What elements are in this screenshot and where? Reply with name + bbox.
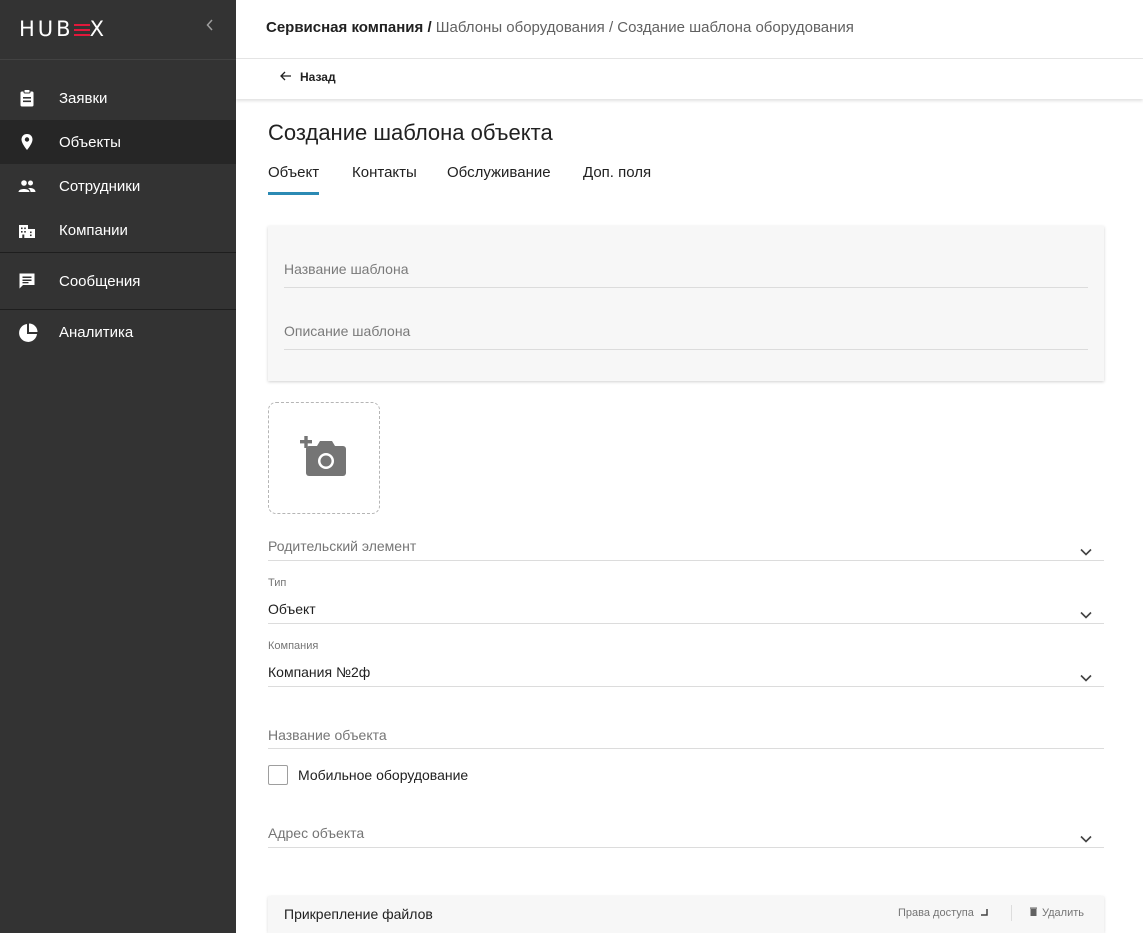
sidebar-item-objects[interactable]: Объекты bbox=[0, 120, 236, 164]
file-attachment-panel: Прикрепление файлов Права доступа Удалит… bbox=[268, 896, 1104, 933]
arrow-left-icon bbox=[280, 70, 292, 84]
sidebar-item-label: Аналитика bbox=[59, 323, 134, 341]
template-name-field bbox=[284, 258, 1088, 288]
address-placeholder: Адрес объекта bbox=[268, 825, 365, 841]
sidebar-item-label: Заявки bbox=[59, 89, 108, 107]
sidebar-item-companies[interactable]: Компании bbox=[0, 208, 236, 252]
object-name-field[interactable]: Название объекта bbox=[268, 719, 1104, 749]
buildings-icon bbox=[18, 221, 36, 239]
divider bbox=[1011, 905, 1012, 921]
sidebar-item-label: Компании bbox=[59, 221, 128, 239]
delete-button[interactable]: Удалить bbox=[1030, 907, 1084, 919]
back-button[interactable]: Назад bbox=[280, 70, 336, 84]
top-header: Сервисная компания / Шаблоны оборудовани… bbox=[236, 0, 1143, 59]
tab-maintenance[interactable]: Обслуживание bbox=[447, 164, 551, 195]
add-photo-button[interactable] bbox=[268, 402, 380, 514]
breadcrumb: Сервисная компания / Шаблоны оборудовани… bbox=[266, 19, 854, 36]
mobile-equipment-label: Мобильное оборудование bbox=[298, 767, 469, 783]
location-pin-icon bbox=[18, 133, 36, 151]
company-label: Компания bbox=[268, 640, 319, 652]
sidebar: HUB X Заявки Объекты Сотрудники Компании … bbox=[0, 0, 236, 933]
sidebar-item-label: Объекты bbox=[59, 133, 121, 151]
add-photo-icon bbox=[300, 436, 348, 483]
sidebar-item-requests[interactable]: Заявки bbox=[0, 76, 236, 120]
address-select[interactable]: Адрес объекта bbox=[268, 817, 1104, 848]
chat-icon bbox=[18, 272, 36, 290]
type-select[interactable]: Тип Объект bbox=[268, 575, 1104, 624]
sidebar-item-label: Сообщения bbox=[59, 272, 141, 290]
delete-label: Удалить bbox=[1042, 907, 1084, 919]
mobile-equipment-checkbox[interactable] bbox=[268, 765, 288, 785]
template-description-input[interactable] bbox=[284, 320, 1088, 339]
type-label: Тип bbox=[268, 577, 287, 589]
collapse-sidebar-icon[interactable] bbox=[206, 18, 218, 34]
logo-e-mark bbox=[73, 23, 90, 37]
sidebar-item-label: Сотрудники bbox=[59, 177, 141, 195]
sidebar-item-messages[interactable]: Сообщения bbox=[0, 259, 236, 303]
clipboard-icon bbox=[18, 89, 36, 107]
company-value: Компания №2ф bbox=[268, 664, 371, 680]
breadcrumb-item: Создание шаблона оборудования bbox=[617, 19, 854, 36]
company-select[interactable]: Компания Компания №2ф bbox=[268, 638, 1104, 687]
action-bar: Назад bbox=[236, 59, 1143, 99]
sidebar-item-analytics[interactable]: Аналитика bbox=[0, 310, 236, 354]
sidebar-item-employees[interactable]: Сотрудники bbox=[0, 164, 236, 208]
tab-extra-fields[interactable]: Доп. поля bbox=[583, 164, 651, 195]
breadcrumb-item[interactable]: Шаблоны оборудования bbox=[436, 19, 605, 36]
breadcrumb-item[interactable]: Сервисная компания bbox=[266, 19, 423, 36]
chevron-down-icon bbox=[1080, 669, 1092, 682]
breadcrumb-separator: / bbox=[427, 19, 436, 36]
access-rights-label: Права доступа bbox=[898, 907, 974, 919]
attachments-title: Прикрепление файлов bbox=[284, 906, 433, 922]
people-icon bbox=[18, 177, 36, 195]
parent-element-placeholder: Родительский элемент bbox=[268, 538, 417, 554]
page-title: Создание шаблона объекта bbox=[268, 120, 553, 145]
mobile-equipment-option[interactable]: Мобильное оборудование bbox=[268, 765, 468, 785]
parent-element-select[interactable]: Родительский элемент bbox=[268, 530, 1104, 561]
hubex-logo[interactable]: HUB X bbox=[19, 17, 107, 41]
sidebar-divider bbox=[0, 252, 236, 253]
back-label: Назад bbox=[300, 70, 336, 84]
sidebar-divider bbox=[0, 59, 236, 60]
template-description-field bbox=[284, 320, 1088, 350]
type-value: Объект bbox=[268, 601, 316, 617]
template-info-card bbox=[268, 226, 1104, 381]
access-rights-button[interactable]: Права доступа bbox=[898, 907, 988, 919]
tab-object[interactable]: Объект bbox=[268, 164, 320, 195]
object-name-placeholder: Название объекта bbox=[268, 727, 387, 743]
template-name-input[interactable] bbox=[284, 258, 1088, 277]
chevron-down-icon bbox=[1080, 606, 1092, 619]
corner-arrow-icon bbox=[980, 907, 988, 919]
tab-contacts[interactable]: Контакты bbox=[352, 164, 417, 195]
chevron-down-icon bbox=[1080, 830, 1092, 843]
chevron-down-icon bbox=[1080, 543, 1092, 556]
pie-chart-icon bbox=[18, 323, 38, 342]
trash-icon bbox=[1030, 907, 1037, 919]
